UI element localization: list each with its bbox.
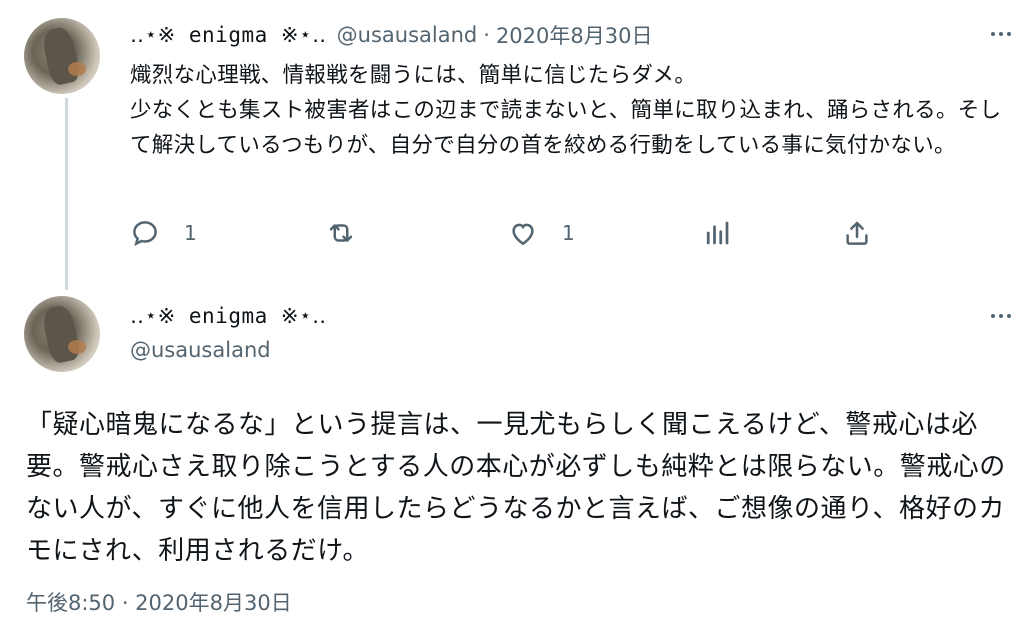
reply-count: 1: [184, 221, 197, 245]
thread-connector: [65, 98, 68, 290]
like-button[interactable]: 1: [508, 218, 575, 248]
tweet-header: ‥⋆※ enigma ※⋆‥ @usausaland · 2020年8月30日: [130, 20, 652, 50]
tweet-text-line-2: 少なくとも集スト被害者はこの辺まで読まないと、簡単に取り込まれ、踊らされる。そし…: [130, 98, 1002, 158]
retweet-button[interactable]: [326, 218, 356, 248]
user-handle[interactable]: @usausaland: [337, 23, 478, 47]
tweet-text: 熾烈な心理戦、情報戦を闘うには、簡単に信じたらダメ。 少なくとも集スト被害者はこ…: [130, 58, 1010, 163]
analytics-icon: [706, 221, 729, 245]
tweet-actions: 1 1: [130, 218, 890, 254]
tweet-date[interactable]: 2020年8月30日: [496, 20, 653, 50]
reply-button[interactable]: 1: [130, 218, 197, 248]
tweet-text: 「疑心暗鬼になるな」という提言は、一見尤もらしく聞こえるけど、警戒心は必要。警戒…: [26, 410, 1006, 566]
heart-icon: [512, 223, 534, 246]
tweet-header: ‥⋆※ enigma ※⋆‥: [130, 304, 327, 328]
user-handle[interactable]: @usausaland: [130, 338, 271, 362]
share-button[interactable]: [842, 218, 872, 248]
avatar[interactable]: [24, 296, 100, 372]
separator-dot: ·: [483, 23, 490, 47]
tweet-text-line-1: 熾烈な心理戦、情報戦を闘うには、簡単に信じたらダメ。: [130, 63, 697, 88]
share-icon: [846, 221, 868, 245]
avatar[interactable]: [24, 18, 100, 94]
more-icon[interactable]: [984, 306, 1018, 326]
reply-icon: [133, 221, 157, 246]
display-name[interactable]: ‥⋆※ enigma ※⋆‥: [130, 23, 327, 47]
display-name[interactable]: ‥⋆※ enigma ※⋆‥: [130, 304, 327, 328]
analytics-button[interactable]: [702, 218, 732, 248]
retweet-icon: [329, 224, 353, 242]
more-icon[interactable]: [984, 24, 1018, 44]
like-count: 1: [562, 221, 575, 245]
tweet-timestamp[interactable]: 午後8:50 · 2020年8月30日: [26, 587, 292, 617]
